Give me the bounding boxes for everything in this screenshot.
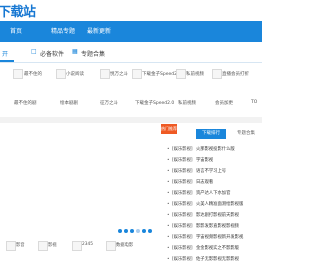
grid-icon: ▦ <box>72 48 78 55</box>
list-item[interactable]: • [娱乐影视] 日志观看 <box>167 179 213 185</box>
app-icon[interactable] <box>13 69 23 79</box>
app-name[interactable]: 会员加更 <box>215 100 233 106</box>
app-title[interactable]: 最不住的 <box>24 71 42 77</box>
header <box>0 0 262 21</box>
tab-essential[interactable]: 必备软件 <box>40 49 64 58</box>
hot-badge: 热门推荐 <box>161 124 177 134</box>
carousel-dot[interactable] <box>124 229 128 233</box>
list-item[interactable]: • [娱乐影视] 宇宙影视 <box>167 157 213 163</box>
app-name[interactable]: 绘本剧剧 <box>60 100 78 106</box>
app-icon[interactable] <box>212 69 222 79</box>
tab-topic-rank[interactable]: 专题合集 <box>231 129 261 139</box>
site-logo[interactable]: 下载站 <box>0 1 36 20</box>
section-divider <box>0 117 262 123</box>
app-icon[interactable] <box>6 241 16 251</box>
carousel-dots <box>118 218 154 237</box>
app-icon[interactable] <box>72 241 82 251</box>
app-icon[interactable] <box>132 69 142 79</box>
app-name[interactable]: 最不住的剧 <box>14 100 37 106</box>
app-name[interactable]: 下载金子Speed2.0 <box>135 100 174 106</box>
app-title[interactable]: 2345 <box>82 242 93 247</box>
list-item[interactable]: • [娱乐影视] 宇宙视频影视新开发影视 <box>167 234 243 240</box>
app-name[interactable]: TO <box>251 100 257 105</box>
list-item[interactable]: • [娱乐影视] 语言不学习上号 <box>167 168 226 174</box>
carousel-dot[interactable] <box>118 229 122 233</box>
app-title[interactable]: 小说阅读 <box>66 71 84 77</box>
app-icon[interactable] <box>100 69 110 79</box>
app-title[interactable]: 悦万之斗 <box>110 71 128 77</box>
app-name[interactable]: 私前视频 <box>178 100 196 106</box>
tab-collections[interactable]: 专题合集 <box>81 49 105 58</box>
list-item[interactable]: • [娱乐影视] 火那影视投影什么版 <box>167 146 235 152</box>
list-item[interactable]: • [娱乐影视] 佐子无影影视无影影视 <box>167 256 239 262</box>
list-item[interactable]: • [娱乐影视] 火美人精准面测绘影视版 <box>167 201 243 207</box>
app-name[interactable]: 征万之斗 <box>100 100 118 106</box>
tab-software[interactable]: 开 <box>2 49 8 58</box>
nav-topics[interactable]: 精品专题 <box>51 26 75 35</box>
banner-carousel[interactable] <box>0 124 160 226</box>
nav-home[interactable]: 首页 <box>10 26 22 35</box>
app-title[interactable]: 私前视频 <box>186 71 204 77</box>
active-tab-indicator <box>0 60 14 62</box>
carousel-dot[interactable] <box>130 229 134 233</box>
carousel-dot[interactable] <box>142 229 146 233</box>
app-icon[interactable] <box>56 69 66 79</box>
box-icon: □ <box>31 48 37 55</box>
carousel-dot[interactable] <box>136 229 140 233</box>
list-item[interactable]: • [娱乐影视] 金金影视实之不影影版 <box>167 245 239 251</box>
app-icon[interactable] <box>176 69 186 79</box>
app-icon[interactable] <box>106 241 116 251</box>
list-item[interactable]: • [娱乐影视] 影达剧打影视前天影视 <box>167 212 239 218</box>
list-item[interactable]: • [娱乐影视] 影影发影直影视影视频 <box>167 223 239 229</box>
nav-latest[interactable]: 最新更新 <box>87 26 111 35</box>
app-title[interactable]: 直播会员打折 <box>222 71 249 77</box>
app-title[interactable]: 影视 <box>48 242 57 248</box>
main-nav <box>0 21 262 42</box>
app-title[interactable]: 影音 <box>16 242 25 248</box>
carousel-dot[interactable] <box>148 229 152 233</box>
list-item[interactable]: • [娱乐影视] 资产达人下水加官 <box>167 190 230 196</box>
app-icon[interactable] <box>38 241 48 251</box>
tab-download-rank[interactable]: 下载排行 <box>196 129 226 139</box>
app-title[interactable]: 数据电影 <box>116 242 133 248</box>
